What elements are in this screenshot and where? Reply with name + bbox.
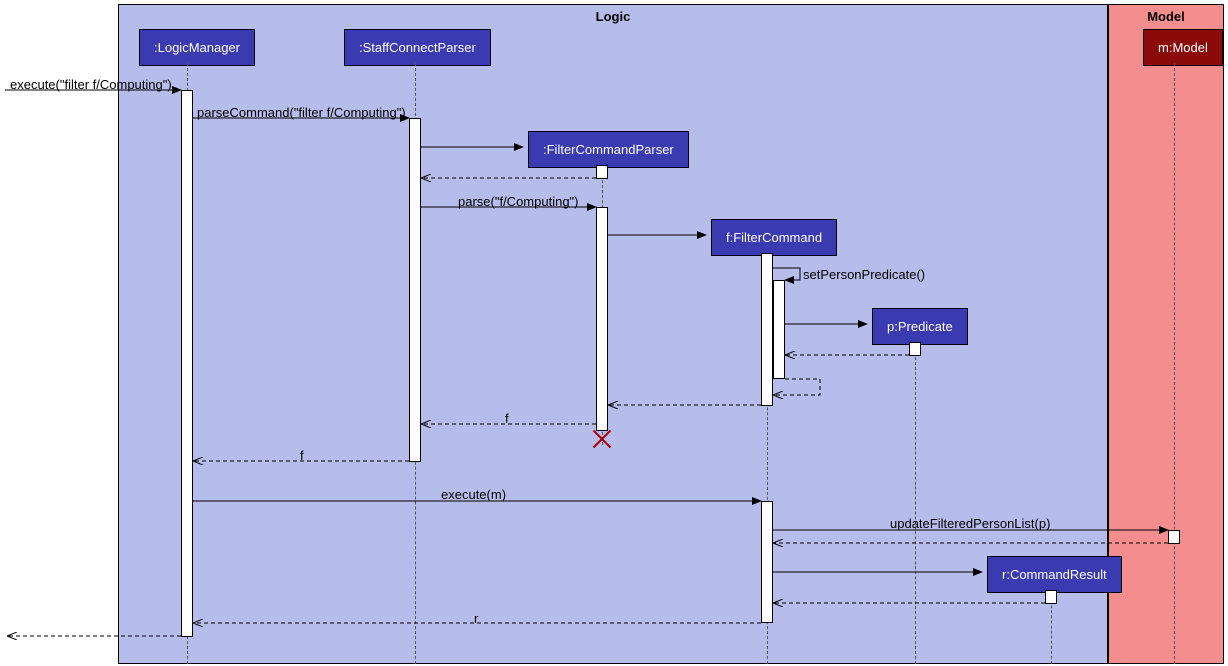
participant-filter-command-parser: :FilterCommandParser bbox=[528, 131, 689, 168]
activation-filter-command-self bbox=[773, 280, 785, 379]
participant-logic-manager: :LogicManager bbox=[139, 29, 255, 66]
participant-model: m:Model bbox=[1143, 29, 1223, 66]
lifeline-model bbox=[1174, 63, 1175, 664]
participant-staff-connect-parser: :StaffConnectParser bbox=[344, 29, 491, 66]
msg-update-filtered: updateFilteredPersonList(p) bbox=[890, 516, 1050, 531]
activation-model bbox=[1168, 530, 1180, 544]
participant-predicate: p:Predicate bbox=[872, 308, 968, 345]
msg-return-f2: f bbox=[300, 448, 304, 463]
participant-filter-command: f:FilterCommand bbox=[711, 219, 837, 256]
activation-command-result bbox=[1045, 590, 1057, 604]
msg-return-f1: f bbox=[505, 411, 509, 426]
activation-logic-manager bbox=[181, 90, 193, 637]
activation-filter-command-1 bbox=[761, 253, 773, 406]
activation-filter-command-2 bbox=[761, 501, 773, 623]
activation-filter-command-parser-2 bbox=[596, 207, 608, 431]
msg-execute-m: execute(m) bbox=[441, 487, 506, 502]
activation-staff-connect-parser bbox=[409, 118, 421, 462]
msg-parse-command: parseCommand("filter f/Computing") bbox=[197, 105, 406, 120]
msg-execute: execute("filter f/Computing") bbox=[10, 77, 172, 92]
lifeline-predicate bbox=[915, 342, 916, 664]
destroy-icon bbox=[592, 429, 612, 449]
msg-return-r: r bbox=[474, 611, 478, 626]
msg-parse: parse("f/Computing") bbox=[458, 194, 579, 209]
frame-model-label: Model bbox=[1147, 9, 1185, 24]
participant-command-result: r:CommandResult bbox=[987, 556, 1122, 593]
activation-filter-command-parser-1 bbox=[596, 165, 608, 179]
frame-logic-label: Logic bbox=[596, 9, 631, 24]
activation-predicate bbox=[909, 342, 921, 356]
frame-model: Model bbox=[1108, 4, 1224, 664]
msg-set-person-predicate: setPersonPredicate() bbox=[803, 267, 925, 282]
